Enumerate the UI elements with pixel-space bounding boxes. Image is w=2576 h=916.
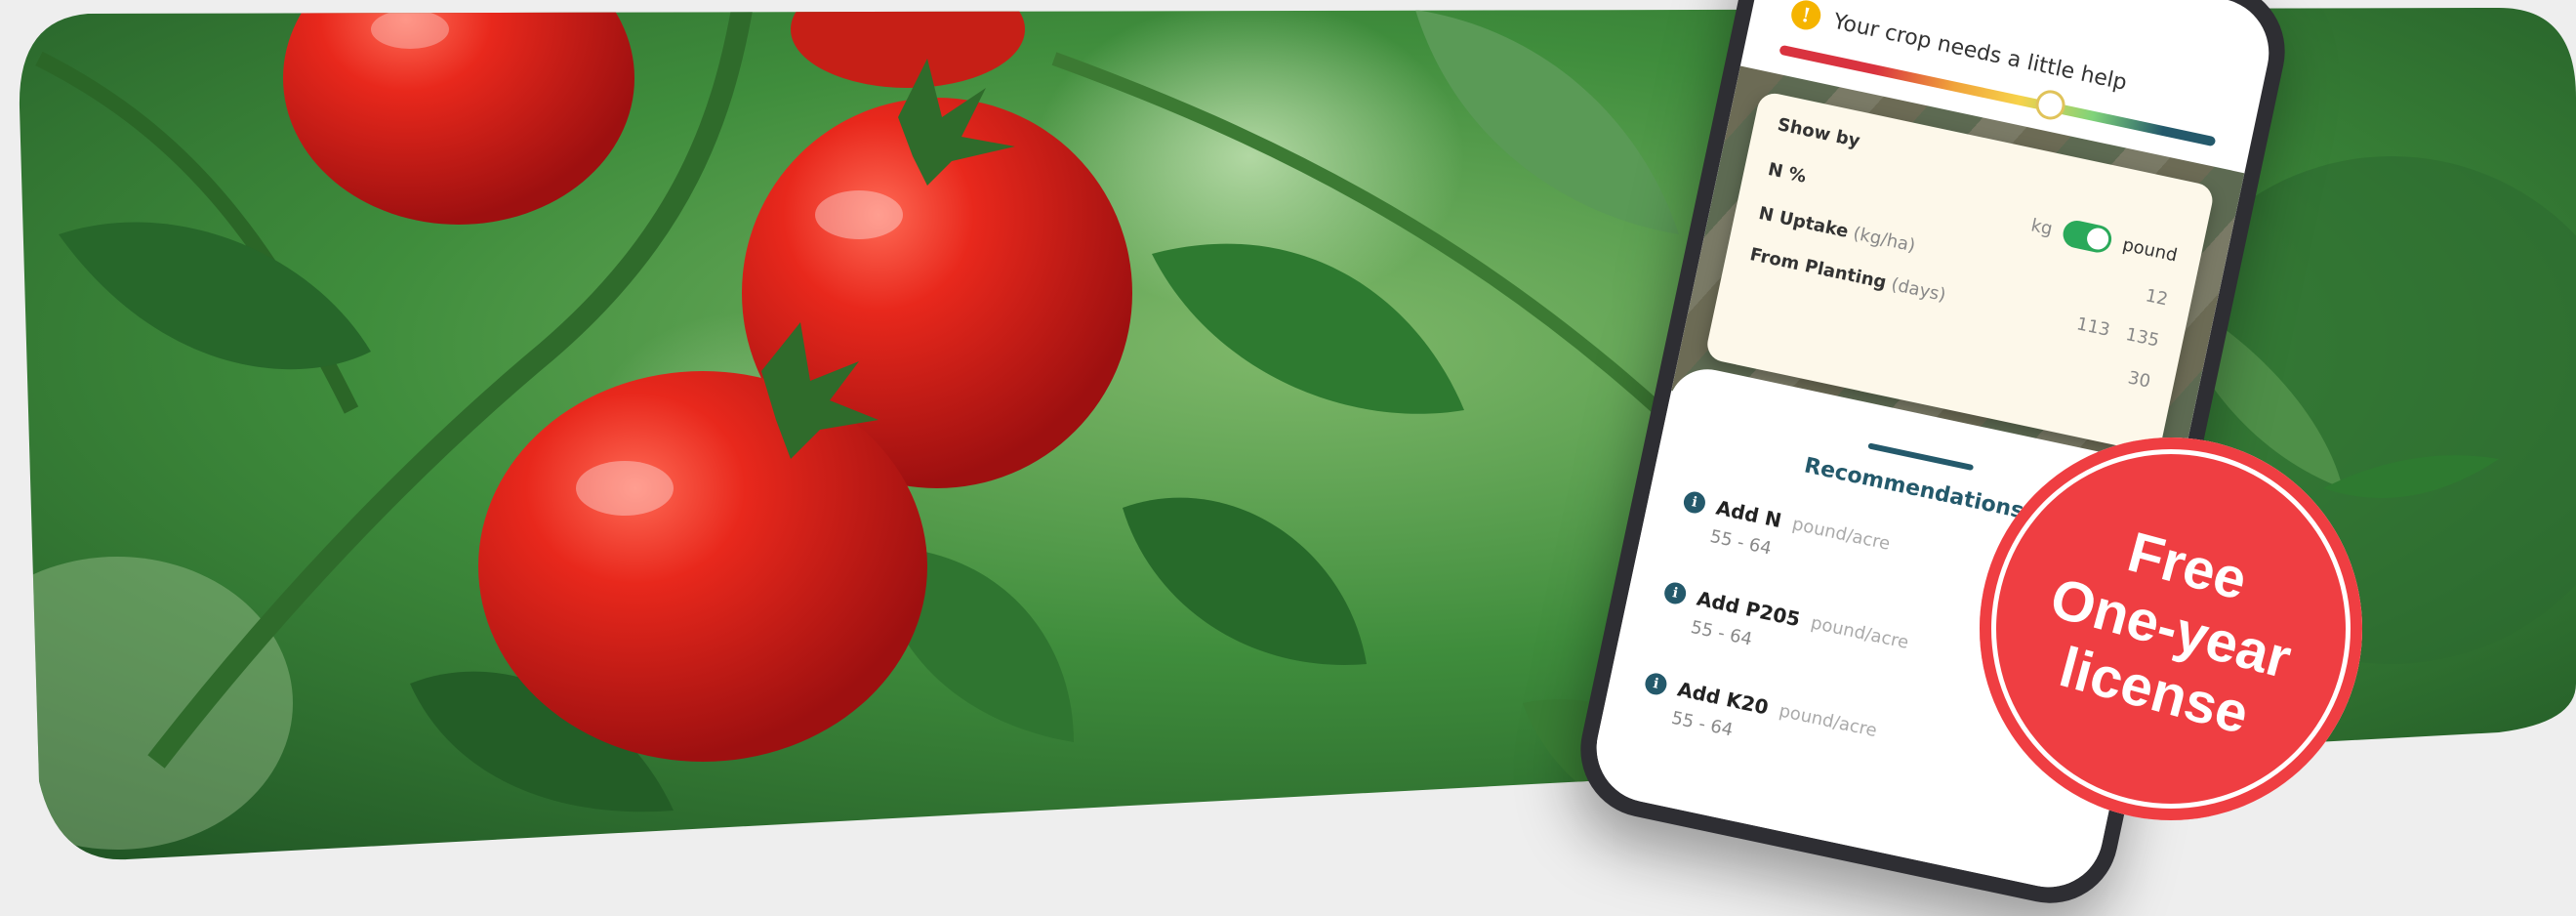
unit-toggle-group: kg pound xyxy=(2028,211,2180,269)
warning-icon: ! xyxy=(1788,0,1823,33)
toggle-switch[interactable] xyxy=(2061,218,2115,256)
n-uptake-unit: (kg/ha) xyxy=(1851,223,1918,257)
extra-value: 30 xyxy=(2126,367,2152,393)
n-uptake-value: 12 xyxy=(2144,285,2170,311)
unit-pound-label: pound xyxy=(2120,233,2180,267)
sheet-handle[interactable] xyxy=(1867,442,1975,472)
n-uptake-label: N Uptake xyxy=(1756,203,1851,242)
info-icon[interactable]: i xyxy=(1643,671,1669,697)
from-planting-value-1: 113 xyxy=(2074,313,2112,341)
from-planting-unit: (days) xyxy=(1889,273,1948,307)
from-planting-label: From Planting xyxy=(1747,244,1889,294)
info-icon[interactable]: i xyxy=(1681,489,1707,516)
n-percent-label: N % xyxy=(1766,158,1809,187)
badge-text: Free One-year license xyxy=(2027,504,2314,754)
unit-kg-label: kg xyxy=(2028,214,2055,239)
free-license-badge: Free One-year license xyxy=(1980,437,2362,820)
show-by-label: Show by xyxy=(1776,114,1862,152)
info-icon[interactable]: i xyxy=(1662,580,1689,606)
recommendation-name: Add N xyxy=(1713,495,1784,533)
hero-banner: ! Your crop needs a little help Show by … xyxy=(0,0,2576,916)
alert-text: Your crop needs a little help xyxy=(1830,9,2130,96)
from-planting-value-2: 135 xyxy=(2123,323,2161,352)
